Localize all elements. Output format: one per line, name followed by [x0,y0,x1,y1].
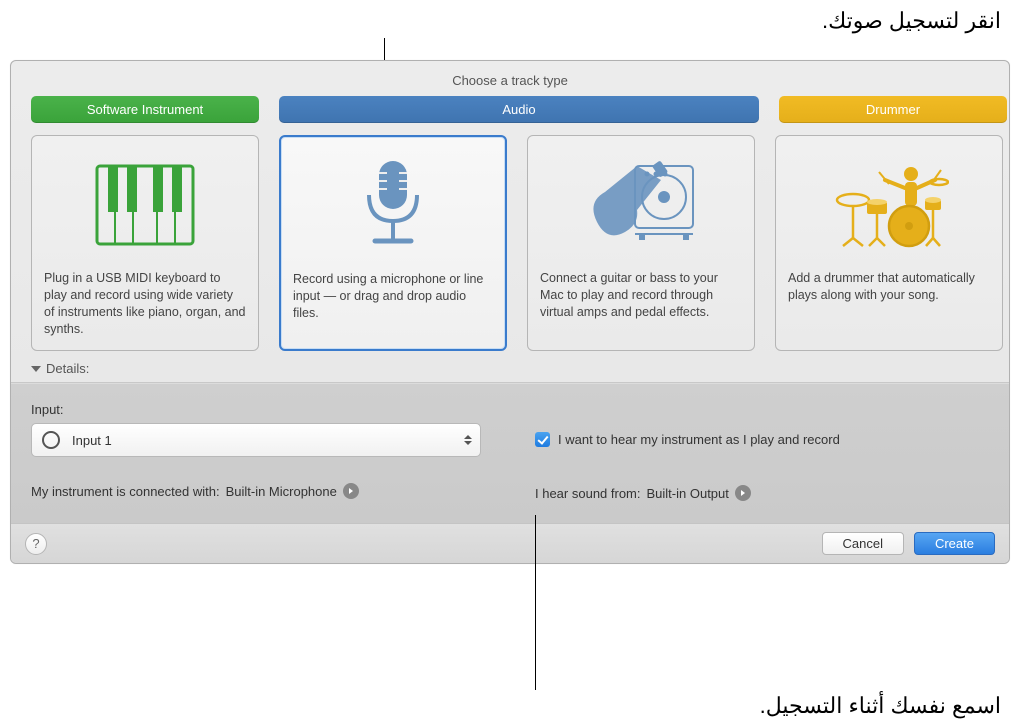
cards-row: Plug in a USB MIDI keyboard to play and … [11,123,1009,355]
card-audio-guitar[interactable]: Connect a guitar or bass to your Mac to … [527,135,755,351]
callout-hear-yourself: اسمع نفسك أثناء التسجيل. [165,693,1001,719]
details-panel: Input: Input 1 My instrument is connecte… [11,383,1009,523]
card-mic-text: Record using a microphone or line input … [293,271,493,337]
help-button[interactable]: ? [25,533,47,555]
cancel-button[interactable]: Cancel [822,532,904,555]
tabs-row: Software Instrument Audio Drummer [11,96,1009,123]
input-channel-icon [42,431,60,449]
new-track-dialog: Choose a track type Software Instrument … [10,60,1010,564]
guitar-amp-icon [581,152,701,258]
microphone-icon [333,153,453,259]
details-label: Details: [46,361,89,376]
output-label: I hear sound from: [535,486,641,501]
tab-audio[interactable]: Audio [279,96,759,123]
input-select[interactable]: Input 1 [31,423,481,457]
drummer-icon [829,152,949,258]
card-guitar-text: Connect a guitar or bass to your Mac to … [540,270,742,336]
monitor-checkbox[interactable] [535,432,550,447]
details-arrow-icon[interactable] [343,483,359,499]
card-audio-mic[interactable]: Record using a microphone or line input … [279,135,507,351]
create-button[interactable]: Create [914,532,995,555]
details-arrow-icon[interactable] [735,485,751,501]
tab-software-instrument[interactable]: Software Instrument [31,96,259,123]
input-label: Input: [31,402,485,417]
output-column: I want to hear my instrument as I play a… [535,402,989,501]
input-column: Input: Input 1 My instrument is connecte… [31,402,485,501]
card-drummer[interactable]: Add a drummer that automatically plays a… [775,135,1003,351]
output-device-row: I hear sound from: Built-in Output [535,485,989,501]
monitor-checkbox-label: I want to hear my instrument as I play a… [558,432,840,447]
chevron-down-icon [31,366,41,372]
dialog-footer: ? Cancel Create [11,523,1009,563]
monitor-checkbox-row[interactable]: I want to hear my instrument as I play a… [535,432,989,447]
connected-value: Built-in Microphone [226,484,337,499]
keyboard-icon [85,152,205,258]
callout-click-to-record: انقر لتسجيل صوتك. [165,8,1001,34]
card-software-text: Plug in a USB MIDI keyboard to play and … [44,270,246,338]
details-toggle[interactable]: Details: [11,355,1009,383]
card-drummer-text: Add a drummer that automatically plays a… [788,270,990,336]
output-value: Built-in Output [647,486,729,501]
stepper-icon [464,435,472,445]
input-value: Input 1 [72,433,112,448]
input-device-row: My instrument is connected with: Built-i… [31,483,485,499]
tab-drummer[interactable]: Drummer [779,96,1007,123]
dialog-title: Choose a track type [11,61,1009,96]
connected-label: My instrument is connected with: [31,484,220,499]
card-software-instrument[interactable]: Plug in a USB MIDI keyboard to play and … [31,135,259,351]
callout-line-bottom [535,515,536,690]
